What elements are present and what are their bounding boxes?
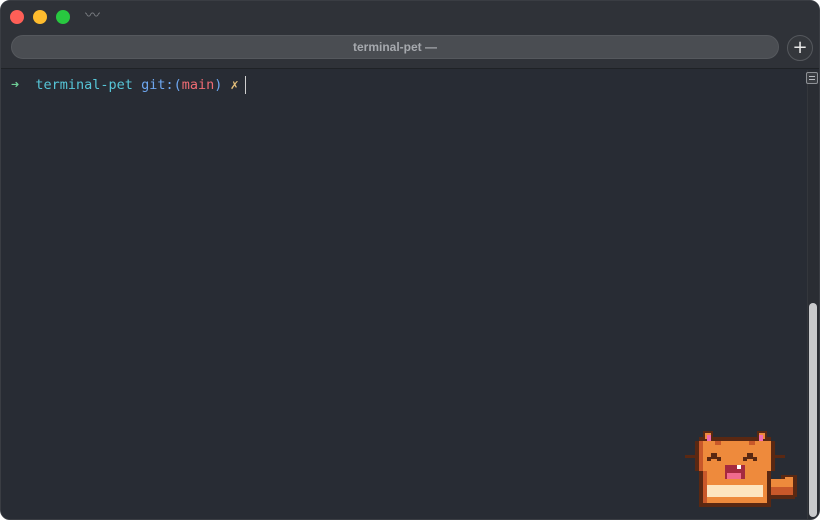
tab-title: terminal-pet —	[352, 40, 437, 54]
prompt-line: ➜ terminal-pet git:(main) ✗	[11, 76, 246, 94]
title-bar: 〰 terminal-pet — +	[1, 1, 819, 69]
terminal-window: 〰 terminal-pet — + ➜ terminal-pet git:(m…	[0, 0, 820, 520]
new-tab-button[interactable]: +	[787, 35, 813, 61]
git-branch: main	[181, 77, 215, 93]
tab-terminal-pet[interactable]: terminal-pet —	[11, 35, 779, 59]
text-cursor	[244, 76, 246, 94]
dirty-marker-icon: ✗	[230, 77, 239, 93]
git-suffix: )	[214, 77, 223, 93]
wave-icon: 〰	[85, 6, 100, 24]
git-prefix: git:(	[141, 77, 182, 93]
maximize-button[interactable]	[56, 10, 70, 24]
current-directory: terminal-pet	[35, 77, 133, 93]
pet-belly	[707, 485, 763, 497]
cat-icon	[685, 431, 797, 507]
pet-tooth	[737, 465, 741, 469]
pet-tongue	[727, 473, 741, 479]
prompt-arrow-icon: ➜	[11, 77, 20, 93]
scrollbar-thumb[interactable]	[809, 303, 817, 517]
close-button[interactable]	[10, 10, 24, 24]
minimize-button[interactable]	[33, 10, 47, 24]
scroll-marker-button[interactable]	[806, 72, 818, 84]
